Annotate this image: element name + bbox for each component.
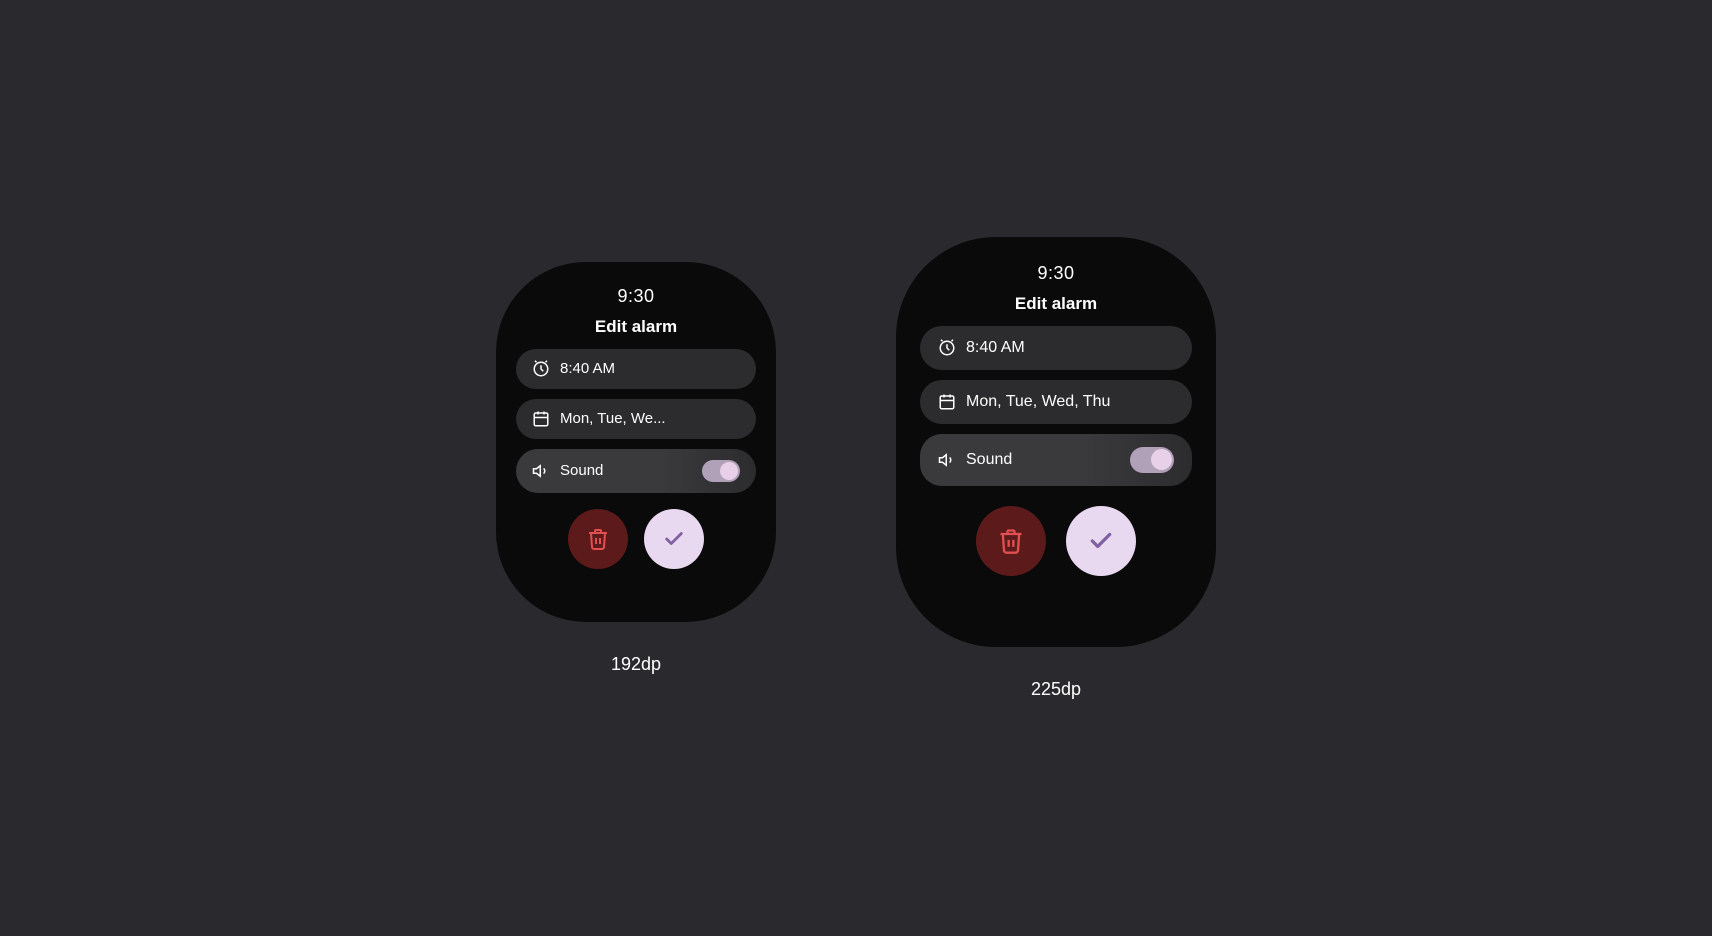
dp-label-192: 192dp [611,654,661,675]
toggle-knob-225 [1151,449,1172,470]
days-label-192: Mon, Tue, We... [560,410,666,427]
dp-label-225: 225dp [1031,679,1081,700]
watch-face-192: 9:30 Edit alarm 8:40 AM Mon, Tue, We... [496,262,776,622]
watch-face-225: 9:30 Edit alarm 8:40 AM Mon, Tue, Wed, T… [896,237,1216,647]
watch-time-225: 9:30 [1037,263,1074,284]
trash-icon-225 [997,527,1025,555]
action-buttons-225 [976,506,1136,576]
toggle-knob-192 [720,462,738,480]
watch-225-container: 9:30 Edit alarm 8:40 AM Mon, Tue, Wed, T… [896,237,1216,700]
trash-icon-192 [586,527,610,551]
sound-icon-225 [938,451,956,469]
alarm-time-row-225[interactable]: 8:40 AM [920,326,1192,370]
confirm-button-192[interactable] [644,509,704,569]
watch-title-192: Edit alarm [595,317,677,337]
sound-row-192[interactable]: Sound [516,449,756,493]
days-label-225: Mon, Tue, Wed, Thu [966,393,1110,411]
sound-icon-192 [532,462,550,480]
watch-title-225: Edit alarm [1015,294,1097,314]
days-row-192[interactable]: Mon, Tue, We... [516,399,756,439]
check-icon-192 [663,528,685,550]
sound-row-225[interactable]: Sound [920,434,1192,486]
sound-label-225: Sound [966,451,1012,469]
alarm-time-label-192: 8:40 AM [560,360,615,377]
clock-icon-192 [532,360,550,378]
calendar-icon-225 [938,393,956,411]
watch-192-container: 9:30 Edit alarm 8:40 AM Mon, Tue, We... [496,262,776,675]
sound-left-225: Sound [938,451,1012,469]
delete-button-225[interactable] [976,506,1046,576]
alarm-time-label-225: 8:40 AM [966,339,1025,357]
delete-button-192[interactable] [568,509,628,569]
sound-toggle-225[interactable] [1130,447,1174,473]
alarm-time-row-192[interactable]: 8:40 AM [516,349,756,389]
check-icon-225 [1088,528,1114,554]
days-row-225[interactable]: Mon, Tue, Wed, Thu [920,380,1192,424]
sound-label-192: Sound [560,462,603,479]
sound-toggle-192[interactable] [702,460,740,482]
confirm-button-225[interactable] [1066,506,1136,576]
calendar-icon-192 [532,410,550,428]
clock-icon-225 [938,339,956,357]
sound-left-192: Sound [532,462,603,480]
action-buttons-192 [568,509,704,569]
watch-time-192: 9:30 [617,286,654,307]
